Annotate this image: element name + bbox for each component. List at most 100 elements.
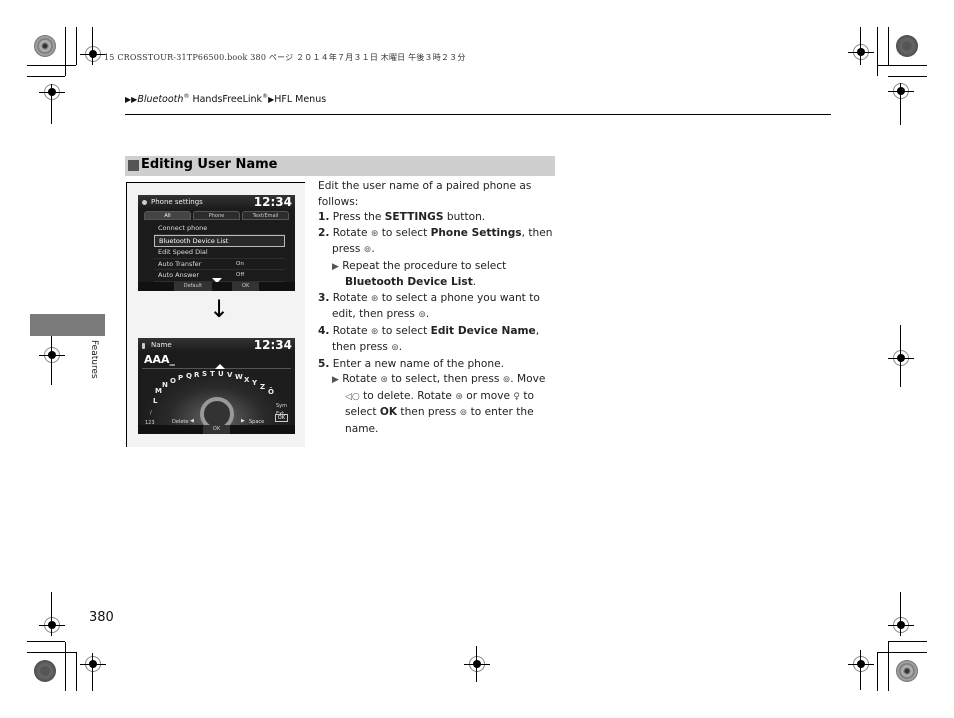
- step-text: . Move: [510, 373, 546, 385]
- letter-key[interactable]: Q: [186, 372, 192, 380]
- section-title: Editing User Name: [141, 157, 278, 172]
- page-number: 380: [89, 610, 114, 625]
- letter-key[interactable]: R: [194, 371, 199, 379]
- registration-mark: [888, 617, 914, 633]
- symbols-key[interactable]: Sym: [276, 403, 287, 409]
- menu-item-connect-phone[interactable]: Connect phone: [154, 223, 285, 235]
- registration-mark: [888, 83, 914, 99]
- step-5: 5. Enter a new name of the phone.: [318, 357, 558, 373]
- letter-key[interactable]: S: [202, 370, 207, 378]
- letter-key[interactable]: U: [218, 370, 224, 378]
- default-button[interactable]: Default: [173, 282, 213, 291]
- step-text: Repeat the procedure to select: [342, 259, 507, 272]
- crop-line: [27, 65, 76, 66]
- ok-key[interactable]: OK: [274, 414, 288, 422]
- step-text: Rotate: [332, 291, 371, 304]
- menu-item-label: Auto Answer: [158, 271, 200, 279]
- ok-button[interactable]: OK: [232, 282, 260, 291]
- registration-mark: [848, 656, 874, 672]
- tab-all[interactable]: All: [144, 211, 191, 220]
- crop-line: [888, 27, 889, 65]
- tab-text-email[interactable]: Text/Email: [242, 211, 289, 220]
- step-text: Press the: [332, 211, 385, 223]
- phone-icon: [142, 343, 145, 349]
- letter-key[interactable]: P: [178, 374, 183, 382]
- letter-key[interactable]: N: [162, 381, 168, 389]
- step-bold: Edit Device Name: [430, 324, 536, 337]
- step-number: 2.: [318, 226, 330, 239]
- letter-key[interactable]: L: [153, 397, 157, 405]
- menu-item-edit-speed-dial[interactable]: Edit Speed Dial: [154, 247, 285, 259]
- delete-arrow-icon: ◀: [190, 418, 194, 424]
- name-entry-screen: Name 12:34 AAA_ L M N O P Q R S T U V W …: [138, 338, 295, 434]
- letter-key[interactable]: X: [244, 376, 249, 384]
- step-text: Rotate: [332, 324, 371, 337]
- ok-button[interactable]: OK: [202, 425, 231, 434]
- crop-line: [27, 641, 65, 642]
- print-rosette-bottom-left: [34, 660, 56, 682]
- slash-key[interactable]: /: [150, 410, 152, 416]
- letter-key[interactable]: Ö: [268, 388, 274, 396]
- letter-key[interactable]: M: [155, 387, 162, 395]
- section-square-icon: [128, 160, 139, 171]
- screen-tabs: All Phone Text/Email: [144, 211, 289, 220]
- letter-key[interactable]: V: [227, 371, 232, 379]
- step-text: to select: [378, 324, 431, 337]
- registration-mark: [888, 350, 914, 366]
- letter-key[interactable]: Z: [260, 383, 265, 391]
- press-knob-icon: ⊚: [418, 310, 426, 320]
- menu-item-label: Bluetooth Device List: [159, 236, 229, 245]
- bullet-arrow-icon: ▶: [332, 261, 339, 272]
- registration-line: [51, 84, 52, 124]
- screen-header: Phone settings 12:34: [138, 195, 295, 210]
- step-bold: Phone Settings: [430, 226, 522, 239]
- space-arrow-icon: ▶: [241, 418, 245, 424]
- chapter-tab[interactable]: [30, 314, 105, 336]
- registration-mark: [39, 617, 65, 633]
- crop-line: [65, 27, 66, 76]
- step-text: .: [425, 308, 430, 320]
- print-header: 15 CROSSTOUR-31TP66500.book 380 ページ ２０１４…: [104, 53, 466, 62]
- crop-line: [76, 652, 77, 691]
- menu-item-label: Auto Transfer: [158, 259, 202, 268]
- menu-item-bluetooth-device-list[interactable]: Bluetooth Device List: [154, 234, 285, 247]
- screen-footer: OK: [138, 425, 295, 434]
- settings-icon: [142, 200, 147, 205]
- registration-mark: [80, 656, 106, 672]
- print-rosette-top-right: [896, 35, 918, 57]
- letter-key[interactable]: W: [235, 373, 243, 381]
- step-text: then press: [397, 406, 460, 418]
- name-input[interactable]: AAA_: [144, 353, 175, 366]
- move-left-icon: ◁○: [345, 391, 360, 402]
- tab-phone[interactable]: Phone: [193, 211, 240, 220]
- letter-key[interactable]: Y: [252, 379, 257, 387]
- step-text: .: [398, 341, 403, 353]
- menu-item-auto-transfer[interactable]: Auto Transfer On: [154, 259, 285, 270]
- rotate-knob-icon: ⊛: [380, 375, 388, 385]
- registration-line: [476, 646, 477, 682]
- screen-footer: Default OK: [138, 282, 295, 291]
- registration-mark: [464, 656, 490, 672]
- letter-key[interactable]: T: [210, 370, 215, 378]
- keyboard-dial: L M N O P Q R S T U V W X Y Z Ö / 123 De…: [142, 364, 291, 431]
- crop-line: [877, 65, 927, 66]
- step-number: 1.: [318, 211, 330, 223]
- menu-item-label: Connect phone: [158, 224, 208, 232]
- breadcrumb-item-bluetooth[interactable]: Bluetooth: [137, 94, 183, 105]
- step-text: to select: [378, 226, 431, 239]
- down-arrow-icon: ↓: [209, 295, 230, 323]
- crop-line: [27, 76, 65, 77]
- breadcrumb-item-hfl-menus[interactable]: HFL Menus: [274, 94, 326, 105]
- letter-key[interactable]: O: [170, 377, 176, 385]
- registration-line: [900, 592, 901, 636]
- intro-text: Edit the user name of a paired phone as …: [318, 180, 532, 208]
- instructions: Edit the user name of a paired phone as …: [318, 179, 558, 437]
- crop-line: [65, 642, 66, 691]
- step-text: .: [371, 243, 375, 255]
- registration-line: [92, 653, 93, 691]
- step-number: 3.: [318, 291, 330, 304]
- crop-line: [888, 641, 889, 691]
- breadcrumb-item-handsfreelink[interactable]: HandsFreeLink: [192, 94, 262, 105]
- registration-mark: [848, 44, 874, 60]
- step-text: Enter a new name of the phone.: [332, 357, 504, 370]
